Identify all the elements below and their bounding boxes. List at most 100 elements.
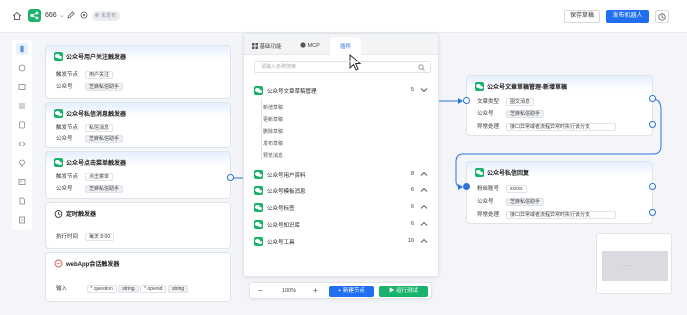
output-port[interactable]	[649, 95, 656, 102]
value-chip: 芝麻私信助手	[506, 198, 545, 206]
plugin-item[interactable]: 删除草稿	[263, 128, 323, 135]
node-message-trigger[interactable]: 公众号私信消息触发器 触发节点 私信消息 公众号 芝麻私信助手	[45, 102, 231, 148]
value-chip: 点击菜单	[85, 173, 114, 181]
plugin-group[interactable]: 公众号知识库 6	[254, 220, 430, 230]
plugin-item[interactable]: 新增草稿	[263, 104, 323, 111]
plugin-group[interactable]: 公众号文章草稿管理 5	[254, 86, 430, 96]
wechat-icon	[254, 203, 263, 212]
plugin-search-input[interactable]: 请输入名称搜索	[254, 61, 431, 73]
plugin-group[interactable]: 公众号用户资料 8	[254, 170, 430, 180]
chevron-up-icon[interactable]	[420, 187, 428, 193]
value-chip: 图文消息	[506, 98, 535, 106]
minimap-viewport[interactable]	[602, 251, 668, 281]
panel-tabs: 基础功能 MCP 插件	[244, 34, 438, 55]
minimap[interactable]: ........	[596, 233, 672, 294]
wechat-icon	[254, 237, 263, 246]
node-row: 触发节点 用户关注	[56, 70, 114, 79]
wechat-icon	[54, 109, 63, 118]
tab-mcp[interactable]: MCP	[300, 42, 320, 49]
group-count: 8	[410, 171, 414, 177]
plugin-group[interactable]: 公众号标签 6	[254, 203, 430, 213]
input-port[interactable]	[463, 183, 470, 190]
canvas-toolbar: − 100% + + 新建节点 ▶ 运行测试	[249, 282, 432, 299]
wechat-icon	[475, 82, 484, 91]
value-chip: 接口异常或者流程异常时执行该分支	[506, 123, 616, 131]
grid-icon	[252, 43, 258, 49]
error-port[interactable]	[649, 209, 656, 216]
wechat-icon	[254, 186, 263, 195]
value-chip: 芝麻私信助手	[85, 83, 124, 91]
tab-plugins[interactable]: 插件	[330, 37, 362, 55]
tab-basic[interactable]: 基础功能	[252, 42, 282, 50]
plugin-panel: 基础功能 MCP 插件 请输入名称搜索 公众号文章草稿管理 5 新增草稿 更新草…	[243, 33, 439, 277]
group-count: 10	[407, 238, 414, 244]
wechat-icon	[254, 170, 263, 179]
node-row: 异常处理 接口异常或者流程异常时执行该分支	[477, 122, 616, 131]
chevron-up-icon[interactable]	[420, 221, 428, 227]
group-count: 6	[410, 204, 414, 210]
plugin-group[interactable]: 公众号模板消息 6	[254, 186, 430, 196]
value-chip: xxxxx	[506, 185, 527, 193]
output-port[interactable]	[649, 183, 656, 190]
node-row: 公众号 芝麻私信助手	[56, 82, 124, 91]
group-count: 6	[410, 221, 414, 227]
mcp-icon	[300, 42, 306, 48]
param-chip: * question	[86, 285, 117, 293]
plugin-item[interactable]: 发布草稿	[263, 140, 323, 147]
node-row: 公众号 芝麻私信助手	[56, 184, 124, 193]
node-row: 输入 * question string * openid string	[56, 284, 189, 293]
plugin-item[interactable]: 更新草稿	[263, 116, 323, 123]
error-port[interactable]	[649, 121, 656, 128]
node-title: 定时触发器	[54, 209, 96, 218]
group-count: 6	[410, 187, 414, 193]
node-article-draft[interactable]: 公众号文章草稿管理-新增草稿 文章类型 图文消息 公众号 芝麻私信助手 异常处理 接口…	[466, 75, 653, 136]
chevron-up-icon[interactable]	[420, 171, 428, 177]
chevron-down-icon[interactable]	[420, 87, 428, 93]
node-timer-trigger[interactable]: 定时触发器 执行时间 每天 8:00	[45, 202, 231, 249]
group-count: 5	[410, 87, 414, 93]
node-row: 粉丝账号 xxxxx	[477, 184, 527, 193]
node-follow-trigger[interactable]: 公众号用户关注触发器 触发节点 用户关注 公众号 芝麻私信助手	[45, 45, 231, 99]
node-title: 公众号文章草稿管理-新增草稿	[475, 82, 567, 91]
output-port[interactable]	[227, 174, 234, 181]
param-type-chip: string	[118, 285, 139, 293]
zoom-out-button[interactable]: −	[258, 286, 263, 295]
add-node-button[interactable]: + 新建节点	[329, 286, 374, 297]
timer-icon	[54, 210, 63, 218]
node-title: 公众号点击菜单触发器	[54, 158, 126, 167]
tree-line	[261, 98, 262, 160]
node-row: 公众号 芝麻私信助手	[477, 109, 545, 118]
node-row: 公众号 芝麻私信助手	[56, 134, 124, 143]
plugin-item[interactable]: 预览消息	[263, 152, 323, 159]
wechat-icon	[54, 158, 63, 167]
value-chip: 芝麻私信助手	[85, 185, 124, 193]
zoom-in-button[interactable]: +	[313, 286, 318, 295]
node-title: 公众号用户关注触发器	[54, 52, 126, 61]
value-chip: 接口异常或者流程异常时执行该分支	[506, 211, 616, 219]
search-icon	[418, 64, 425, 71]
node-webapp-trigger[interactable]: webApp会话触发器 输入 * question string * openi…	[45, 252, 231, 302]
chevron-up-icon[interactable]	[420, 238, 428, 244]
node-title: webApp会话触发器	[54, 259, 119, 268]
node-private-reply[interactable]: 公众号私信回复 粉丝账号 xxxxx 公众号 芝麻私信助手 异常处理 接口异常或者流程…	[466, 161, 653, 224]
run-test-button[interactable]: ▶ 运行测试	[379, 286, 428, 297]
value-chip: 芝麻私信助手	[506, 110, 545, 118]
value-chip: 芝麻私信助手	[85, 135, 124, 143]
value-chip: 私信消息	[85, 124, 114, 132]
param-type-chip: string	[167, 285, 189, 293]
value-chip: 每天 8:00	[85, 233, 115, 241]
node-row: 文章类型 图文消息	[477, 97, 535, 106]
value-chip: 用户关注	[85, 71, 114, 79]
node-menu-trigger[interactable]: 公众号点击菜单触发器 触发节点 点击菜单 公众号 芝麻私信助手	[45, 151, 231, 199]
plugin-group[interactable]: 公众号工具 10	[254, 237, 430, 247]
node-row: 触发节点 私信消息	[56, 123, 114, 132]
node-row: 异常处理 接口异常或者流程异常时执行该分支	[477, 210, 616, 219]
chevron-up-icon[interactable]	[420, 204, 428, 210]
chat-icon	[54, 259, 63, 268]
wechat-icon	[54, 52, 63, 61]
wechat-icon	[254, 86, 263, 95]
wechat-icon	[254, 220, 263, 229]
node-title: 公众号私信回复	[475, 168, 529, 177]
input-port[interactable]	[463, 97, 470, 104]
node-row: 执行时间 每天 8:00	[56, 232, 115, 241]
